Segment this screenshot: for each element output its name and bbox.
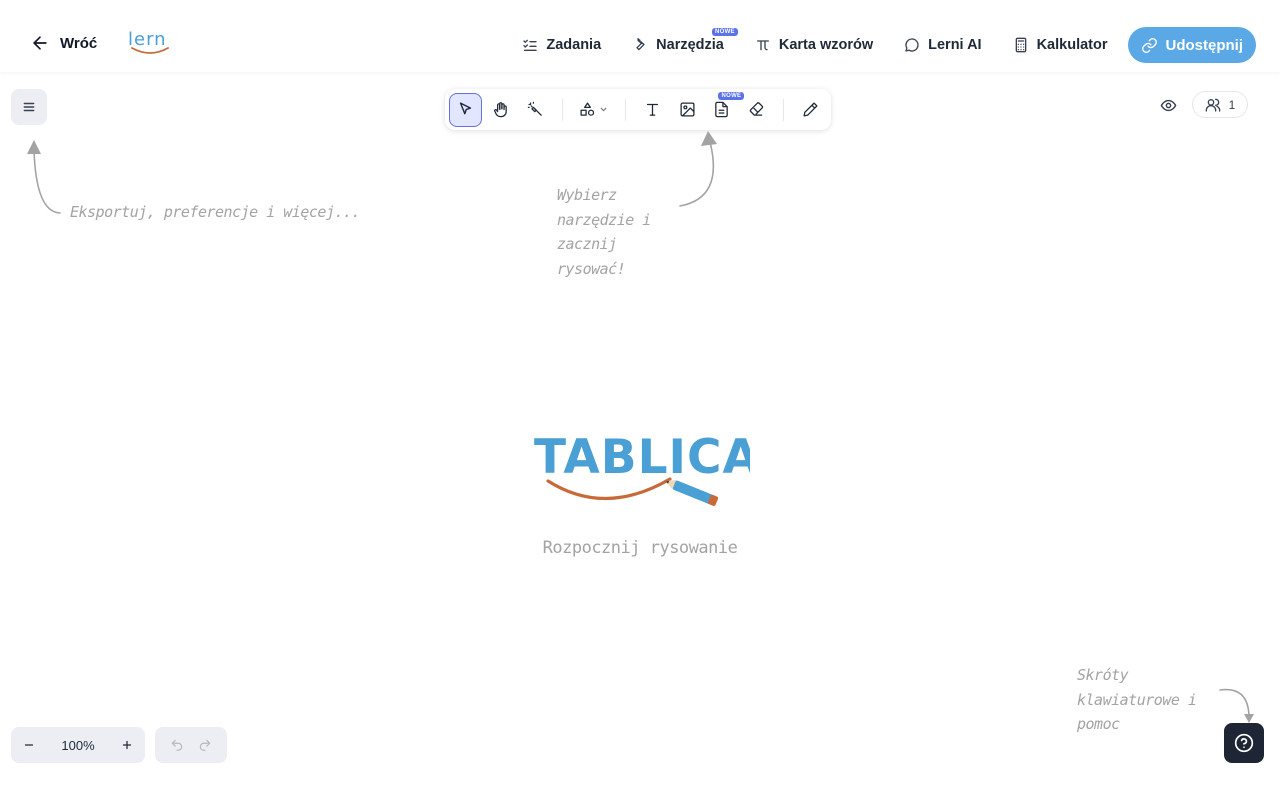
logo-smile-icon: [131, 47, 169, 54]
chat-bubble-icon: [905, 38, 919, 52]
redo-icon[interactable]: [198, 738, 212, 752]
menu-hint-arrow: [27, 140, 61, 214]
hint-line: rysować!: [557, 259, 626, 278]
nav-lerni-ai-label: Lerni AI: [928, 37, 982, 53]
tablica-logo-graphic: TABLICA: [534, 430, 750, 506]
users-count: 1: [1228, 97, 1236, 112]
tool-pencil[interactable]: [794, 93, 827, 127]
laser-pointer-icon: [527, 101, 542, 116]
nav-kalkulator[interactable]: Kalkulator: [1013, 27, 1108, 63]
tool-select[interactable]: [449, 92, 482, 127]
hint-line: klawiaturowe i: [1077, 690, 1197, 709]
nav-karta-wzorow[interactable]: Karta wzorów: [755, 27, 873, 63]
hint-line: narzędzie i: [557, 210, 651, 229]
hint-line: zacznij: [557, 235, 617, 253]
main-menu-button[interactable]: [11, 89, 47, 125]
toolbar-divider: [783, 98, 785, 121]
zoom-controls: 100%: [11, 727, 145, 763]
checklist-icon: [523, 39, 538, 51]
nav-narzedzia-label: Narzędzia: [656, 37, 724, 53]
back-label: Wróć: [60, 34, 98, 52]
toolbar-divider: [624, 98, 626, 121]
toolbar-hint-text: Wybierz narzędzie i zacznij rysować!: [557, 183, 651, 281]
pi-icon: [756, 40, 769, 51]
undo-redo-controls: [155, 727, 227, 763]
new-badge: NOWE: [711, 28, 738, 36]
select-arrow-icon: [459, 102, 472, 115]
help-button[interactable]: [1224, 723, 1264, 763]
wrench-icon: [636, 38, 645, 51]
minus-icon: [24, 744, 34, 746]
chevron-down-icon: [600, 107, 607, 112]
text-icon: [646, 103, 658, 116]
image-icon: [680, 102, 695, 117]
view-mode-button[interactable]: [1156, 93, 1180, 117]
tool-eraser[interactable]: [740, 93, 773, 127]
help-hint-arrow: [1219, 688, 1254, 723]
plus-icon: [122, 740, 132, 750]
nav-kalkulator-label: Kalkulator: [1036, 37, 1108, 53]
question-circle-icon: [1234, 733, 1254, 753]
hint-line: pomoc: [1077, 715, 1120, 733]
toolbar-divider: [561, 98, 563, 121]
tool-text[interactable]: [636, 93, 669, 127]
share-label: Udostępnij: [1165, 36, 1244, 54]
back-button[interactable]: Wróć: [30, 33, 97, 53]
arrow-left-icon: [33, 36, 47, 50]
zoom-level[interactable]: 100%: [61, 738, 94, 753]
share-button[interactable]: Udostępnij: [1127, 27, 1256, 63]
hamburger-icon: [23, 102, 35, 112]
calculator-icon: [1015, 37, 1026, 53]
nav-zadania[interactable]: Zadania: [522, 27, 601, 63]
help-hint-text: Skróty klawiaturowe i pomoc: [1077, 663, 1197, 737]
nav-karta-wzorow-label: Karta wzorów: [778, 37, 874, 53]
tool-image[interactable]: [671, 93, 704, 127]
tablica-logo: TABLICA: [530, 425, 750, 510]
nav-zadania-label: Zadania: [546, 37, 602, 53]
zoom-out-button[interactable]: [21, 737, 37, 753]
link-icon: [1141, 37, 1157, 53]
drawing-toolbar: NOWE: [445, 89, 831, 130]
zoom-in-button[interactable]: [119, 737, 135, 753]
eraser-icon: [750, 102, 764, 116]
collaborators-button[interactable]: 1: [1192, 91, 1248, 118]
shapes-icon: [580, 102, 595, 116]
nav-lerni-ai[interactable]: Lerni AI: [904, 27, 982, 63]
tool-document[interactable]: NOWE: [706, 91, 745, 127]
tablica-logo-text: TABLICA: [534, 430, 750, 485]
tool-laser[interactable]: [519, 93, 552, 127]
eye-icon: [1160, 99, 1176, 111]
pencil-icon: [803, 102, 818, 117]
top-nav: Zadania Narzędzia NOWE Karta wzorów Lern…: [491, 27, 1256, 63]
hint-line: Wybierz: [557, 186, 617, 204]
tool-shapes[interactable]: [572, 93, 614, 127]
hint-line: Skróty: [1077, 666, 1129, 684]
undo-icon[interactable]: [170, 738, 184, 752]
start-drawing-subtitle: Rozpocznij rysowanie: [542, 538, 738, 558]
document-icon: [715, 101, 729, 118]
menu-hint-text: Eksportuj, preferencje i więcej...: [70, 203, 361, 221]
top-bar: Wróć lern Zadania Narzędzia NOWE Karta w…: [0, 0, 1280, 72]
lern-logo[interactable]: lern: [128, 31, 174, 58]
nav-narzedzia[interactable]: Narzędzia NOWE: [632, 27, 738, 63]
tool-hand[interactable]: [484, 93, 517, 127]
users-icon: [1205, 98, 1220, 112]
toolbar-hint-arrow: [679, 131, 717, 207]
hand-icon: [493, 102, 507, 118]
